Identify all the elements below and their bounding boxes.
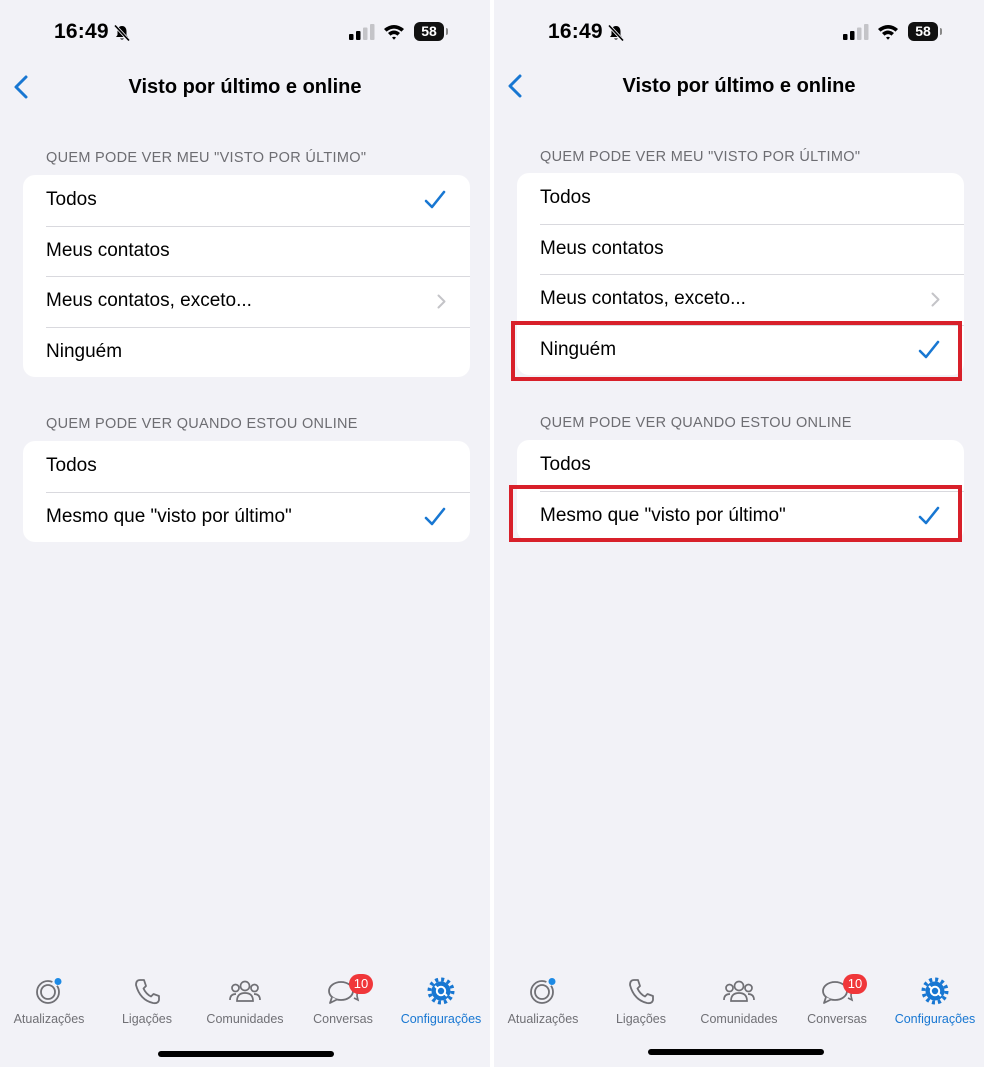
status-icon <box>36 978 62 1004</box>
tab-label: Conversas <box>313 1012 373 1026</box>
tab-bar: Atualizações Ligações Comunidades 10 Con… <box>0 970 490 1040</box>
last-seen-option-meus-contatos[interactable]: Meus contatos <box>517 223 964 275</box>
option-label: Meus contatos <box>46 239 170 261</box>
page-title: Visto por último e online <box>128 76 362 98</box>
battery-indicator: 58 <box>414 22 448 41</box>
screen-after: 16:49 58 Visto por último e online QUEM … <box>494 0 984 1067</box>
online-options: Todos Mesmo que "visto por último" <box>517 440 964 541</box>
tab-configuracoes[interactable]: Configurações <box>392 970 490 1032</box>
tab-comunidades[interactable]: Comunidades <box>196 970 294 1032</box>
last-seen-section-header: QUEM PODE VER MEU "VISTO POR ÚLTIMO" <box>540 149 861 165</box>
option-label: Mesmo que "visto por último" <box>540 504 786 526</box>
tab-ligacoes[interactable]: Ligações <box>98 970 196 1032</box>
option-label: Ninguém <box>540 338 617 360</box>
checkmark-icon <box>424 190 446 209</box>
option-label: Meus contatos, exceto... <box>46 290 252 312</box>
last-seen-option-todos[interactable]: Todos <box>517 173 964 224</box>
tab-label: Configurações <box>400 1012 482 1026</box>
status-bar: 16:49 58 <box>494 18 984 48</box>
last-seen-section-header: QUEM PODE VER MEU "VISTO POR ÚLTIMO" <box>46 150 367 166</box>
unread-badge: 10 <box>349 974 373 994</box>
page-title: Visto por último e online <box>622 75 856 97</box>
last-seen-option-meus-contatos-exceto[interactable]: Meus contatos, exceto... <box>23 276 470 327</box>
last-seen-option-meus-contatos[interactable]: Meus contatos <box>23 225 470 277</box>
tab-atualizacoes[interactable]: Atualizações <box>494 970 592 1032</box>
bell-muted-icon <box>607 24 625 42</box>
signal-icon <box>349 24 375 40</box>
checkmark-icon <box>424 507 446 525</box>
status-icon <box>530 978 556 1004</box>
last-seen-option-ninguem[interactable]: Ninguém <box>23 326 470 378</box>
option-label: Todos <box>46 189 97 211</box>
tab-label: Configurações <box>894 1012 976 1026</box>
battery-indicator: 58 <box>908 22 942 41</box>
online-section-header: QUEM PODE VER QUANDO ESTOU ONLINE <box>46 416 358 432</box>
communities-icon <box>229 980 261 1002</box>
online-option-same-as-last-seen[interactable]: Mesmo que "visto por último" <box>23 491 470 543</box>
online-option-same-as-last-seen[interactable]: Mesmo que "visto por último" <box>517 490 964 542</box>
option-label: Todos <box>540 187 591 209</box>
tab-conversas[interactable]: 10 Conversas <box>294 970 392 1032</box>
status-time: 16:49 <box>548 20 603 43</box>
tab-label: Atualizações <box>13 1012 85 1026</box>
tab-configuracoes[interactable]: Configurações <box>886 970 984 1032</box>
screen-before: 16:49 58 Visto por último e online QUEM … <box>0 0 490 1067</box>
last-seen-option-ninguem[interactable]: Ninguém <box>517 324 964 376</box>
nav-bar: Visto por último e online <box>494 67 984 107</box>
option-label: Todos <box>46 455 97 477</box>
online-section-header: QUEM PODE VER QUANDO ESTOU ONLINE <box>540 415 852 431</box>
online-option-todos[interactable]: Todos <box>517 440 964 491</box>
tab-bar: Atualizações Ligações Comunidades 10 Con… <box>494 970 984 1040</box>
last-seen-options: Todos Meus contatos Meus contatos, excet… <box>517 173 964 375</box>
nav-bar: Visto por último e online <box>0 68 490 108</box>
option-label: Meus contatos, exceto... <box>540 288 746 310</box>
status-bar: 16:49 58 <box>0 18 490 48</box>
tab-label: Conversas <box>807 1012 867 1026</box>
last-seen-option-meus-contatos-exceto[interactable]: Meus contatos, exceto... <box>517 274 964 325</box>
checkmark-icon <box>918 506 940 524</box>
checkmark-icon <box>918 340 940 358</box>
option-label: Ninguém <box>46 340 123 362</box>
tab-label: Ligações <box>121 1012 173 1026</box>
unread-badge: 10 <box>843 974 867 994</box>
tab-ligacoes[interactable]: Ligações <box>592 970 690 1032</box>
settings-icon <box>921 977 949 1005</box>
status-time: 16:49 <box>54 20 109 43</box>
tab-comunidades[interactable]: Comunidades <box>690 970 788 1032</box>
tab-atualizacoes[interactable]: Atualizações <box>0 970 98 1032</box>
bell-muted-icon <box>113 24 131 42</box>
last-seen-options: Todos Meus contatos Meus contatos, excet… <box>23 175 470 377</box>
tab-label: Comunidades <box>700 1012 778 1026</box>
home-indicator <box>648 1049 824 1055</box>
home-indicator <box>158 1051 334 1057</box>
tab-conversas[interactable]: 10 Conversas <box>788 970 886 1032</box>
tab-label: Atualizações <box>507 1012 579 1026</box>
wifi-icon <box>878 25 898 40</box>
option-label: Meus contatos <box>540 237 664 259</box>
online-options: Todos Mesmo que "visto por último" <box>23 441 470 542</box>
tab-label: Ligações <box>615 1012 667 1026</box>
chevron-right-icon <box>437 294 446 309</box>
chevron-right-icon <box>931 292 940 307</box>
option-label: Todos <box>540 454 591 476</box>
online-option-todos[interactable]: Todos <box>23 441 470 492</box>
last-seen-option-todos[interactable]: Todos <box>23 175 470 226</box>
option-label: Mesmo que "visto por último" <box>46 505 292 527</box>
phone-icon <box>135 979 160 1005</box>
screens: 16:49 58 Visto por último e online QUEM … <box>0 0 984 1067</box>
phone-icon <box>629 979 654 1005</box>
tab-label: Comunidades <box>206 1012 284 1026</box>
wifi-icon <box>384 25 404 40</box>
settings-icon <box>427 977 455 1005</box>
signal-icon <box>843 24 869 40</box>
communities-icon <box>723 980 755 1002</box>
